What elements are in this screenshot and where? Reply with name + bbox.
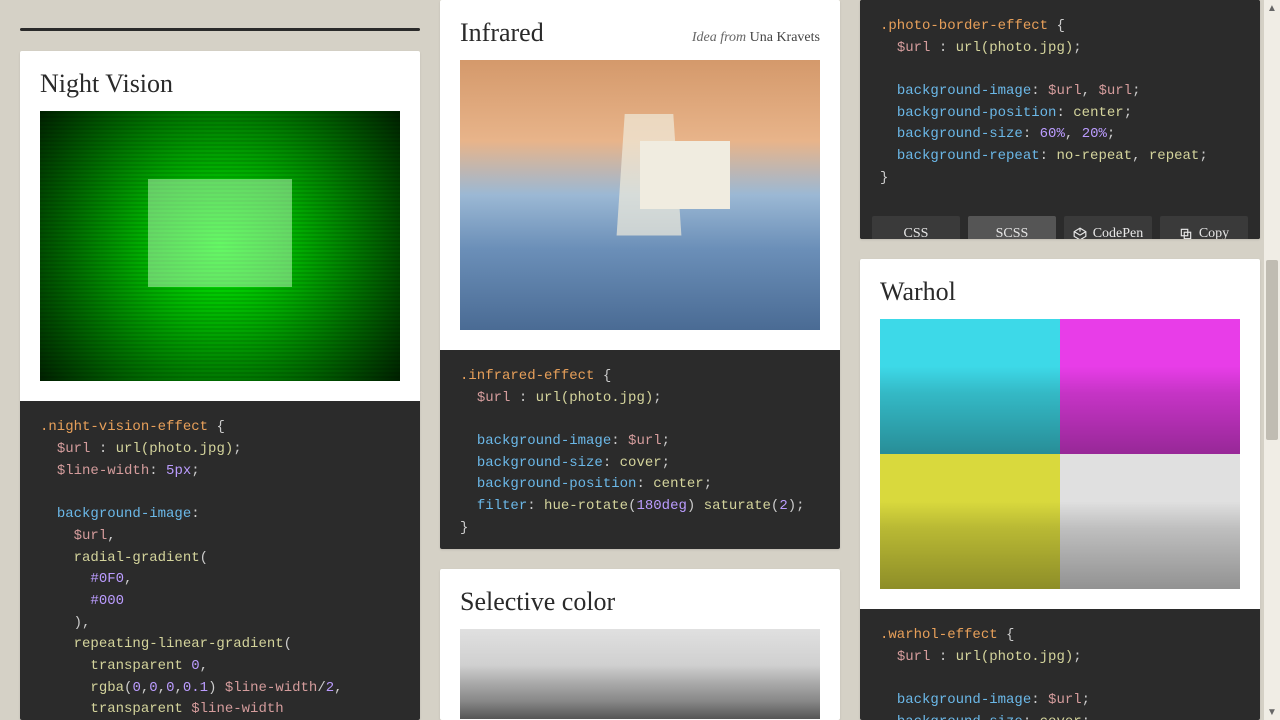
scrollbar-thumb[interactable] [1266,260,1278,440]
night-vision-card: Night Vision .night-vision-effect { $url… [20,51,420,720]
scss-button[interactable]: SCSS [968,216,1056,240]
codepen-icon [1073,227,1087,240]
photo-border-buttons: CSS SCSS CodePen Copy [860,206,1260,240]
selective-color-card: Selective color [440,569,840,720]
css-button[interactable]: CSS [872,216,960,240]
copy-button[interactable]: Copy [1160,216,1248,240]
selective-preview [460,629,820,719]
night-vision-preview [40,111,400,381]
copy-icon [1179,227,1193,240]
photo-border-code[interactable]: .photo-border-effect { $url : url(photo.… [860,0,1260,206]
card-title: Infrared [460,18,544,48]
scroll-down-arrow[interactable]: ▼ [1264,704,1280,720]
previous-card-bottom [20,28,420,31]
card-title: Night Vision [40,69,173,99]
infrared-card: Infrared Idea from Una Kravets .infrared… [440,0,840,549]
idea-from: Idea from Una Kravets [692,30,820,46]
night-vision-code[interactable]: .night-vision-effect { $url : url(photo.… [20,401,420,720]
card-title: Selective color [460,587,615,617]
infrared-code[interactable]: .infrared-effect { $url : url(photo.jpg)… [440,350,840,549]
warhol-card: Warhol .warhol-effect { $url : url(photo… [860,259,1260,720]
infrared-preview [460,60,820,330]
warhol-preview [880,319,1240,589]
scrollbar[interactable]: ▲ ▼ [1264,0,1280,720]
warhol-code[interactable]: .warhol-effect { $url : url(photo.jpg); … [860,609,1260,720]
photo-border-card-partial: .photo-border-effect { $url : url(photo.… [860,0,1260,239]
codepen-button[interactable]: CodePen [1064,216,1152,240]
card-title: Warhol [880,277,956,307]
scroll-up-arrow[interactable]: ▲ [1264,0,1280,16]
